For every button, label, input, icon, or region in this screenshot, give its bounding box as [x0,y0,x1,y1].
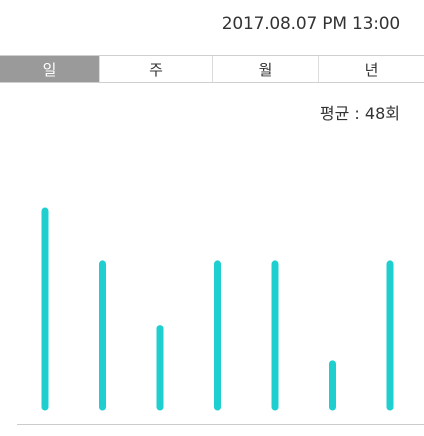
chart-baseline [17,424,424,425]
bar-chart [41,207,394,411]
